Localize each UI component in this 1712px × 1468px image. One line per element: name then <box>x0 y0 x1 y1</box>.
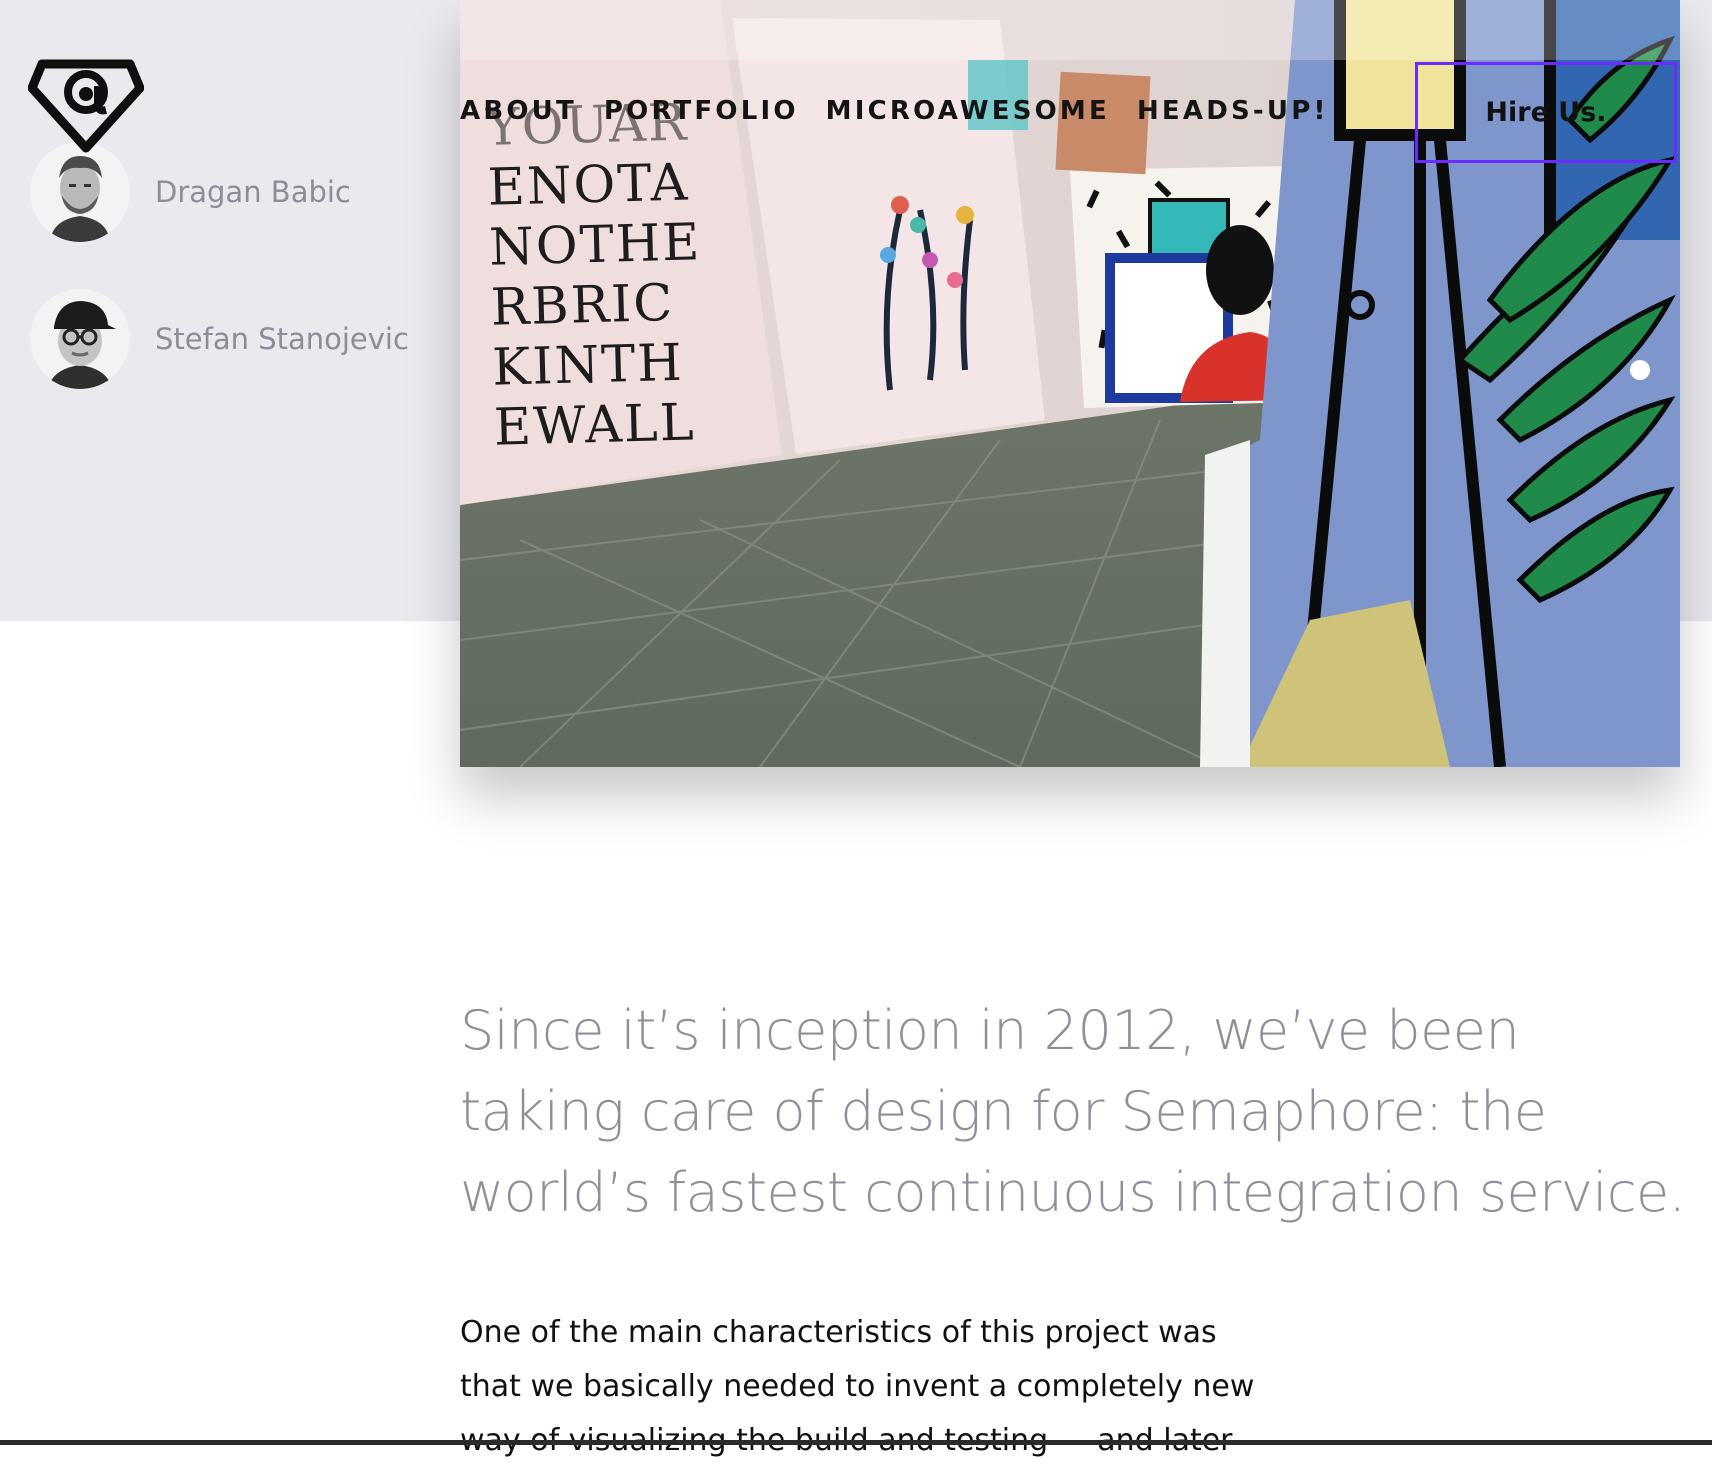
team-member[interactable]: Dragan Babic <box>30 142 351 242</box>
avatar <box>30 142 130 242</box>
hire-us-button[interactable]: Hire Us. <box>1415 62 1677 163</box>
poster-line: EWALL <box>493 393 697 458</box>
poster-line: RBRIC <box>490 273 675 338</box>
member-name: Stefan Stanojevic <box>155 322 409 356</box>
window-bottom-edge <box>0 1440 1712 1445</box>
poster-line: ENOTA <box>486 153 691 218</box>
avatar <box>30 289 130 389</box>
nav-item-heads-up[interactable]: HEADS-UP! <box>1137 96 1329 130</box>
member-name: Dragan Babic <box>155 175 351 209</box>
nav-item-about[interactable]: ABOUT <box>460 96 577 130</box>
team-member[interactable]: Stefan Stanojevic <box>30 289 409 389</box>
lead-paragraph: Since it’s inception in 2012, we’ve been… <box>460 999 1686 1224</box>
nav-item-portfolio[interactable]: PORTFOLIO <box>604 96 799 130</box>
main-nav: ABOUT PORTFOLIO MICROAWESOME HEADS-UP! <box>460 96 1356 130</box>
at-diamond-logo-icon[interactable] <box>27 58 145 154</box>
poster-line: KINTH <box>491 333 685 398</box>
nav-item-microawesome[interactable]: MICROAWESOME <box>826 96 1110 130</box>
poster-line: NOTHE <box>488 213 703 278</box>
poster-lettering: YOUAR ENOTA NOTHE RBRIC KINTH EWALL <box>485 93 707 458</box>
